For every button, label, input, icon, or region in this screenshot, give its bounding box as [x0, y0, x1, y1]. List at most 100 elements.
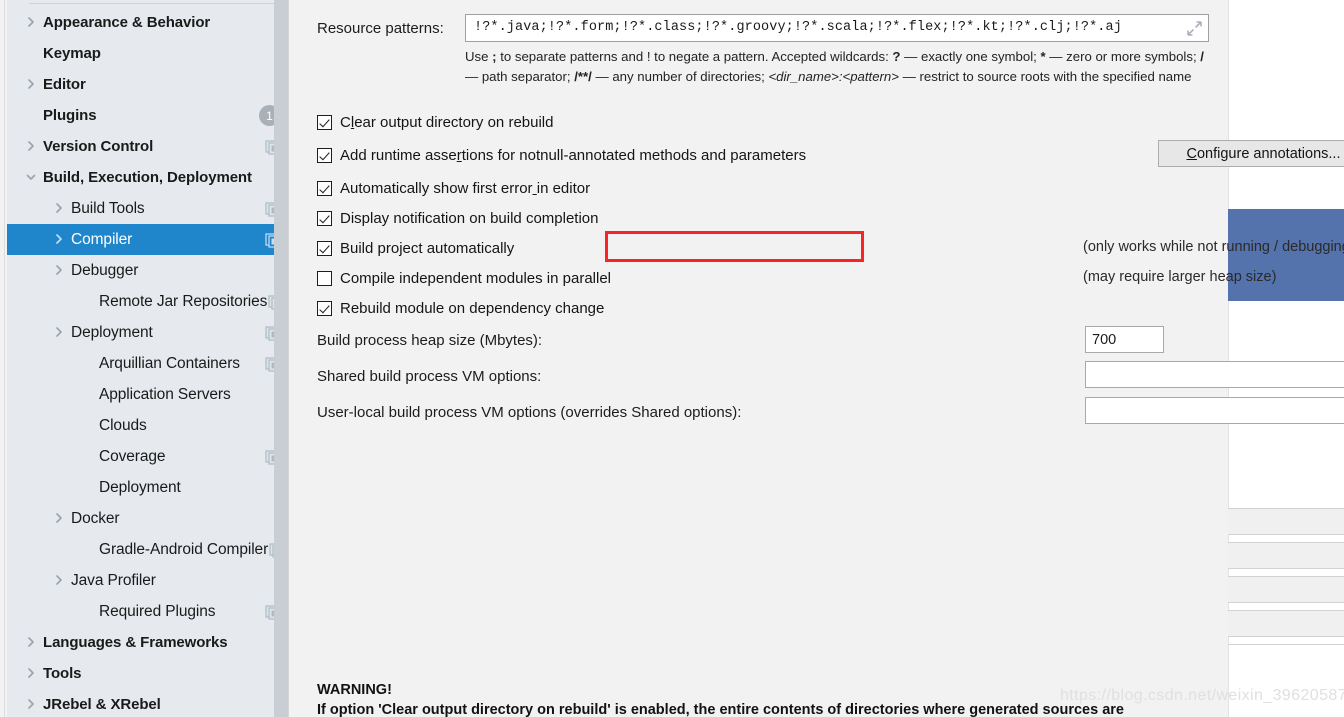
sidebar-item-keymap[interactable]: Keymap: [7, 38, 288, 69]
hint-slash: /: [1200, 49, 1204, 64]
sidebar-item-tools[interactable]: Tools: [7, 658, 288, 689]
checkbox-unchecked-icon[interactable]: [317, 270, 332, 286]
background-blue-banner: [1222, 209, 1344, 301]
sidebar-item-debugger[interactable]: Debugger: [7, 255, 288, 286]
background-rule: [1228, 602, 1344, 603]
chevron-right-icon[interactable]: [53, 202, 67, 216]
sidebar-item-remote-jar-repositories[interactable]: Remote Jar Repositories: [7, 286, 288, 317]
sidebar-item-deployment[interactable]: Deployment: [7, 317, 288, 348]
sidebar-item-plugins[interactable]: Plugins 1: [7, 100, 288, 131]
chevron-right-icon[interactable]: [25, 667, 39, 681]
background-line-block: [1228, 576, 1344, 602]
chevron-right-icon[interactable]: [25, 636, 39, 650]
hint-part-6: — path separator;: [465, 69, 575, 84]
chevron-down-icon[interactable]: [25, 171, 39, 185]
checkbox-compile-independent-modules-in-parallel[interactable]: Compile independent modules in parallel: [317, 268, 611, 288]
chevron-right-icon[interactable]: [53, 264, 67, 278]
user-local-vm-options-input[interactable]: [1085, 397, 1344, 424]
chevron-right-icon[interactable]: [53, 326, 67, 340]
warning-title: WARNING!: [317, 682, 392, 698]
sidebar-item-deployment[interactable]: Deployment: [7, 472, 288, 503]
settings-tree[interactable]: Appearance & Behavior Keymap Editor Plugins…: [7, 7, 288, 717]
shared-vm-options-label: Shared build process VM options:: [317, 368, 542, 385]
hint-part-4: — zero or more: [1045, 49, 1141, 64]
sidebar-scrollbar-thumb[interactable]: [274, 0, 288, 717]
heap-size-input[interactable]: 700: [1085, 326, 1164, 353]
chevron-right-icon[interactable]: [25, 698, 39, 712]
sidebar-scrollbar-track[interactable]: [274, 0, 288, 717]
window-left-edge-strip: [0, 0, 7, 717]
sidebar-item-label: Tools: [43, 665, 82, 682]
sidebar-item-appearance-behavior[interactable]: Appearance & Behavior: [7, 7, 288, 38]
compiler-settings-pane: Resource patterns: !?*.java;!?*.form;!?*…: [289, 0, 1344, 717]
sidebar-item-editor[interactable]: Editor: [7, 69, 288, 100]
sidebar-item-arquillian-containers[interactable]: Arquillian Containers: [7, 348, 288, 379]
checkbox-label: Build project automatically: [340, 239, 515, 257]
sidebar-item-languages-frameworks[interactable]: Languages & Frameworks: [7, 627, 288, 658]
checkbox-label: Display notification on build completion: [340, 209, 599, 227]
chevron-right-icon[interactable]: [25, 140, 39, 154]
sidebar-item-version-control[interactable]: Version Control: [7, 131, 288, 162]
hint-part-2: to separate patterns and ! to negate a p…: [496, 49, 893, 64]
shared-vm-options-input[interactable]: [1085, 361, 1344, 388]
checkbox-checked-icon[interactable]: [317, 240, 332, 256]
checkbox-add-runtime-assertions-for-notnull-annotated-methods-and-parameters[interactable]: Add runtime assertions for notnull-annot…: [317, 145, 806, 165]
sidebar-item-label: Required Plugins: [99, 602, 216, 620]
sidebar-item-java-profiler[interactable]: Java Profiler: [7, 565, 288, 596]
checkbox-checked-icon[interactable]: [317, 300, 332, 316]
checkbox-display-notification-on-build-completion[interactable]: Display notification on build completion: [317, 208, 598, 228]
sidebar-item-jrebel-xrebel[interactable]: JRebel & XRebel: [7, 689, 288, 717]
sidebar-item-label: Arquillian Containers: [99, 354, 240, 372]
expand-diagonal-icon[interactable]: [1187, 21, 1202, 36]
hint-part-7: — any number of directories;: [591, 69, 769, 84]
settings-sidebar[interactable]: Appearance & Behavior Keymap Editor Plugins…: [7, 0, 288, 717]
sidebar-item-coverage[interactable]: Coverage: [7, 441, 288, 472]
chevron-right-icon[interactable]: [25, 16, 39, 30]
sidebar-item-label: Keymap: [43, 45, 101, 62]
sidebar-item-required-plugins[interactable]: Required Plugins: [7, 596, 288, 627]
chevron-right-icon[interactable]: [53, 574, 67, 588]
settings-dialog: Appearance & Behavior Keymap Editor Plugins…: [0, 0, 1344, 717]
hint-part-8: — restrict to source roots: [898, 69, 1050, 84]
hint-part-5: symbols;: [1144, 49, 1201, 64]
sidebar-item-compiler[interactable]: Compiler: [7, 224, 288, 255]
background-line-block: [1228, 542, 1344, 568]
checkbox-checked-icon[interactable]: [317, 210, 332, 226]
sidebar-item-application-servers[interactable]: Application Servers: [7, 379, 288, 410]
chevron-right-icon[interactable]: [53, 233, 67, 247]
sidebar-item-label: Build Tools: [71, 199, 145, 217]
checkbox-checked-icon[interactable]: [317, 180, 332, 196]
checkbox-checked-icon[interactable]: [317, 147, 332, 163]
checkbox-checked-icon[interactable]: [317, 114, 332, 130]
sidebar-item-build-execution-deployment[interactable]: Build, Execution, Deployment: [7, 162, 288, 193]
checkbox-label: Compile independent modules in parallel: [340, 269, 612, 287]
checkbox-build-project-automatically[interactable]: Build project automatically: [317, 238, 514, 258]
configure-annotations-button[interactable]: Configure annotations...: [1158, 140, 1344, 167]
chevron-right-icon[interactable]: [25, 78, 39, 92]
heap-size-label: Build process heap size (Mbytes):: [317, 332, 543, 349]
watermark-text: https://blog.csdn.net/weixin_39620587: [1060, 687, 1344, 704]
checkbox-label: Automatically show first error in editor: [340, 179, 591, 197]
checkbox-automatically-show-first-error-in-editor[interactable]: Automatically show first error in editor: [317, 178, 590, 198]
hint-dirname-pattern: <dir_name>:<pattern>: [768, 69, 899, 84]
warning-body: If option 'Clear output directory on reb…: [317, 702, 1124, 717]
checkbox-rebuild-module-on-dependency-change[interactable]: Rebuild module on dependency change: [317, 298, 604, 318]
sidebar-item-build-tools[interactable]: Build Tools: [7, 193, 288, 224]
background-rule: [1228, 636, 1344, 637]
background-rule: [1228, 576, 1344, 577]
checkbox-note-compile-independent-modules-in-parallel: (may require larger heap size): [1083, 269, 1277, 285]
chevron-right-icon[interactable]: [53, 512, 67, 526]
sidebar-item-docker[interactable]: Docker: [7, 503, 288, 534]
sidebar-item-clouds[interactable]: Clouds: [7, 410, 288, 441]
checkbox-clear-output-directory-on-rebuild[interactable]: Clear output directory on rebuild: [317, 112, 553, 132]
left-edge-divider: [4, 0, 5, 717]
sidebar-item-gradle-android-compiler[interactable]: Gradle-Android Compiler: [7, 534, 288, 565]
sidebar-item-label: Appearance & Behavior: [43, 14, 211, 31]
resource-patterns-input[interactable]: !?*.java;!?*.form;!?*.class;!?*.groovy;!…: [465, 14, 1209, 42]
